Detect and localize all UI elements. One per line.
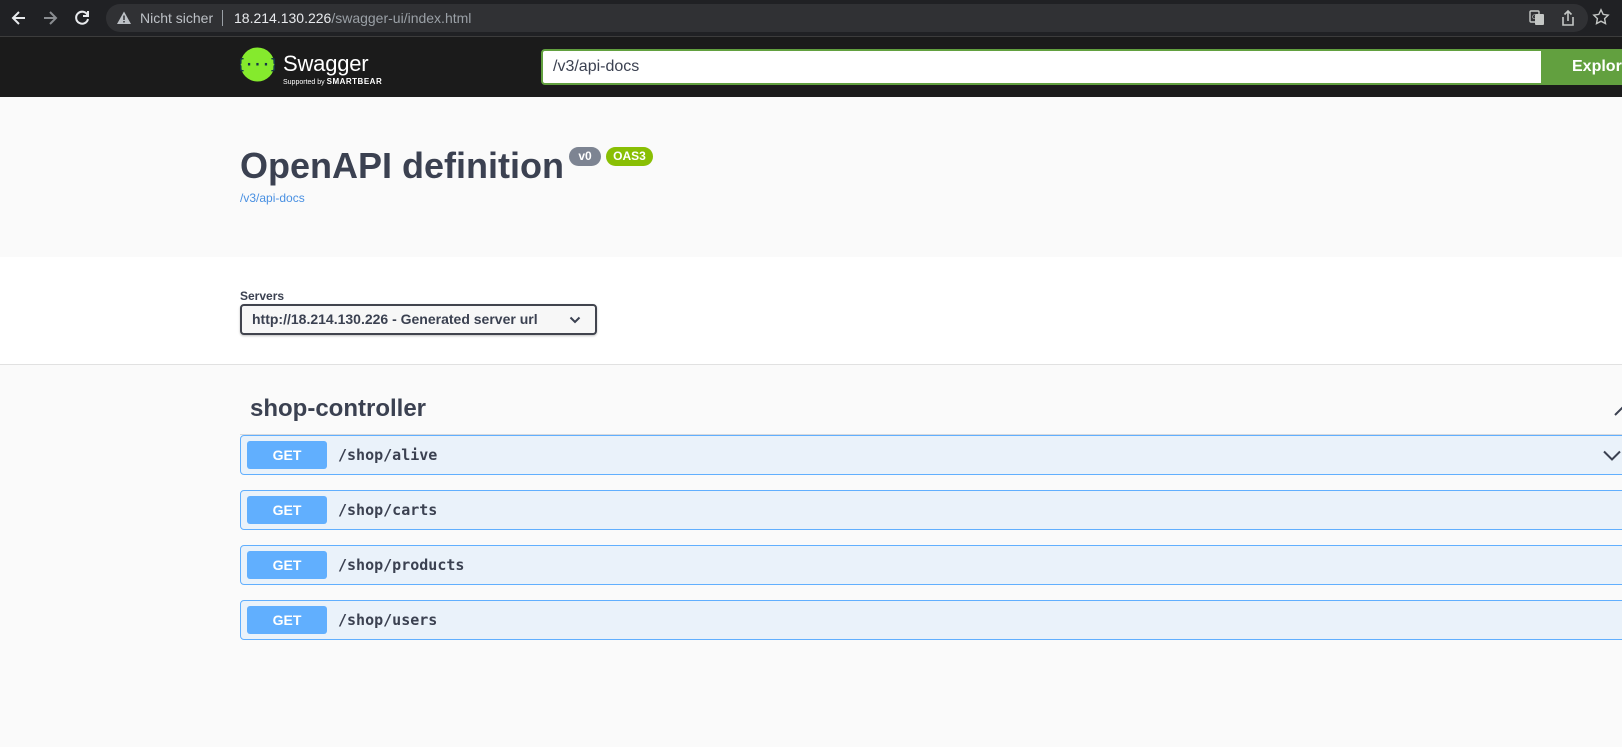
warning-icon[interactable] bbox=[116, 10, 132, 26]
operation-path: /shop/users bbox=[338, 611, 438, 629]
servers-select[interactable]: http://18.214.130.226 - Generated server… bbox=[240, 304, 597, 335]
spec-link[interactable]: /v3/api-docs bbox=[240, 191, 305, 205]
chevron-down-icon[interactable] bbox=[1603, 450, 1621, 461]
share-icon[interactable] bbox=[1559, 9, 1577, 27]
operation-path: /shop/alive bbox=[338, 446, 438, 464]
browser-toolbar: Nicht sicher 18.214.130.226/swagger-ui/i… bbox=[0, 0, 1622, 37]
chevron-down-icon bbox=[569, 316, 581, 324]
svg-text:G: G bbox=[1532, 14, 1537, 21]
logo-text: Swagger bbox=[283, 51, 369, 76]
back-arrow-icon[interactable] bbox=[9, 8, 29, 28]
translate-icon[interactable]: G bbox=[1528, 9, 1546, 27]
method-badge: GET bbox=[247, 551, 327, 579]
tag-name: shop-controller bbox=[250, 395, 427, 422]
operation-path: /shop/carts bbox=[338, 501, 438, 519]
selected-server: http://18.214.130.226 - Generated server… bbox=[252, 311, 538, 327]
forward-arrow-icon[interactable] bbox=[40, 8, 60, 28]
operation-row[interactable]: GET /shop/users bbox=[240, 600, 1622, 640]
spec-url-field[interactable] bbox=[541, 49, 1543, 85]
version-badge: v0 bbox=[569, 147, 601, 166]
bookmark-star-icon[interactable] bbox=[1592, 8, 1610, 26]
logo-sub-brand: SMARTBEAR bbox=[326, 77, 383, 86]
operation-path: /shop/products bbox=[338, 556, 465, 574]
explore-button[interactable]: Explore bbox=[1542, 49, 1622, 85]
url-host: 18.214.130.226 bbox=[234, 10, 332, 26]
oas-badge: OAS3 bbox=[606, 147, 653, 166]
url-text[interactable]: 18.214.130.226/swagger-ui/index.html bbox=[234, 10, 471, 26]
operation-row[interactable]: GET /shop/carts bbox=[240, 490, 1622, 530]
swagger-topbar: {···} Swagger Supported by SMARTBEAR Exp… bbox=[0, 37, 1622, 97]
logo-sub-prefix: Supported by bbox=[283, 79, 325, 86]
logo-subtitle: Supported by SMARTBEAR bbox=[283, 77, 382, 86]
address-bar[interactable]: Nicht sicher 18.214.130.226/swagger-ui/i… bbox=[106, 4, 1588, 32]
info-section: OpenAPI definition v0 OAS3 /v3/api-docs bbox=[0, 97, 1622, 257]
svg-text:{···}: {···} bbox=[240, 57, 275, 73]
servers-section: Servers http://18.214.130.226 - Generate… bbox=[0, 257, 1622, 365]
swagger-logo-icon: {···} bbox=[240, 47, 275, 82]
method-badge: GET bbox=[247, 441, 327, 469]
security-label[interactable]: Nicht sicher bbox=[140, 10, 213, 26]
operation-row[interactable]: GET /shop/alive bbox=[240, 435, 1622, 475]
spec-url-input[interactable] bbox=[543, 51, 1541, 83]
page-title: OpenAPI definition bbox=[240, 145, 564, 186]
divider bbox=[222, 10, 223, 26]
reload-icon[interactable] bbox=[72, 8, 92, 28]
chevron-up-icon[interactable] bbox=[1614, 405, 1622, 417]
operation-row[interactable]: GET /shop/products bbox=[240, 545, 1622, 585]
method-badge: GET bbox=[247, 606, 327, 634]
servers-label: Servers bbox=[240, 289, 285, 303]
tag-header[interactable]: shop-controller bbox=[240, 385, 1622, 435]
method-badge: GET bbox=[247, 496, 327, 524]
url-path: /swagger-ui/index.html bbox=[331, 10, 472, 26]
